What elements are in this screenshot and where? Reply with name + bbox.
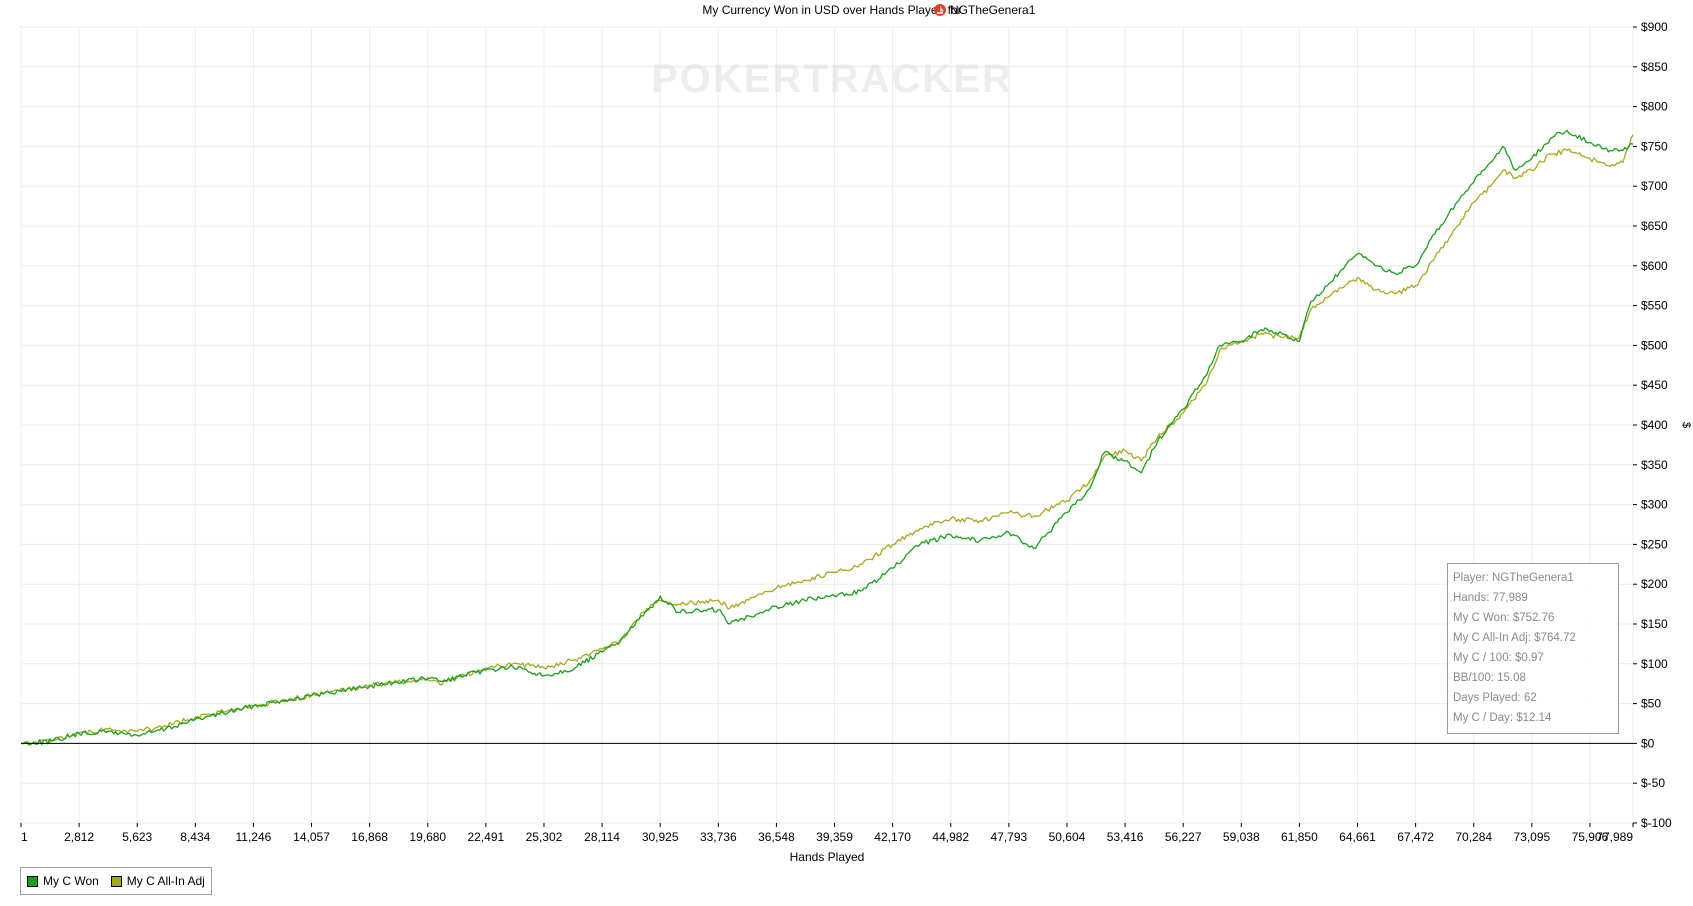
stats-per-day: My C / Day: $12.14 — [1453, 712, 1552, 724]
x-tick-label: 56,227 — [1165, 830, 1202, 844]
x-tick-label: 1 — [21, 830, 28, 844]
player-name: NGTheGenera1 — [950, 3, 1036, 17]
y-tick-label: $150 — [1641, 617, 1668, 631]
legend-swatch-adj — [110, 875, 122, 887]
x-tick-label: 67,472 — [1397, 830, 1434, 844]
x-tick-label: 50,604 — [1049, 830, 1086, 844]
y-tick-label: $350 — [1641, 458, 1668, 472]
stats-per-100: My C / 100: $0.97 — [1453, 652, 1544, 664]
y-tick-label: $500 — [1641, 338, 1668, 352]
x-tick-label: 70,284 — [1455, 830, 1492, 844]
stats-days: Days Played: 62 — [1453, 692, 1537, 704]
y-tick-label: $700 — [1641, 179, 1668, 193]
x-tick-label: 73,095 — [1513, 830, 1550, 844]
y-axis-ticks: $900 $850 $800 $750 $700 $650 $600 $550 $500 $450… — [1633, 20, 1672, 830]
y-axis-label: $ — [1680, 422, 1692, 428]
stats-all-in-adj: My C All-In Adj: $764.72 — [1453, 632, 1576, 644]
x-tick-label: 59,038 — [1223, 830, 1260, 844]
x-tick-label: 22,491 — [468, 830, 505, 844]
y-tick-label: $900 — [1641, 20, 1668, 34]
grid — [20, 26, 1634, 824]
x-tick-label: 2,812 — [64, 830, 94, 844]
y-tick-label: $550 — [1641, 299, 1668, 313]
legend: My C Won My C All-In Adj — [20, 867, 212, 895]
y-tick-label: $400 — [1641, 418, 1668, 432]
x-tick-label: 30,925 — [642, 830, 679, 844]
x-tick-label: 53,416 — [1107, 830, 1144, 844]
x-tick-label: 5,623 — [122, 830, 152, 844]
y-tick-label: $100 — [1641, 657, 1668, 671]
y-tick-label: $450 — [1641, 378, 1668, 392]
x-tick-label: 8,434 — [180, 830, 210, 844]
x-tick-label: 33,736 — [700, 830, 737, 844]
stats-box: Player: NGTheGenera1 Hands: 77,989 My C … — [1447, 563, 1619, 734]
x-axis-label: Hands Played — [790, 850, 865, 864]
stats-player: Player: NGTheGenera1 — [1453, 572, 1574, 584]
y-tick-label: $-100 — [1641, 816, 1672, 830]
y-tick-label: $650 — [1641, 219, 1668, 233]
y-tick-label: $600 — [1641, 259, 1668, 273]
x-tick-label: 14,057 — [293, 830, 330, 844]
x-tick-label: 28,114 — [584, 830, 620, 844]
stats-bb-100: BB/100: 15.08 — [1453, 672, 1526, 684]
y-tick-label: $200 — [1641, 577, 1668, 591]
chart-title: My Currency Won in USD over Hands Played… — [702, 3, 961, 17]
x-tick-label: 61,850 — [1281, 830, 1318, 844]
y-tick-label: $0 — [1641, 736, 1655, 750]
y-tick-label: $-50 — [1641, 776, 1665, 790]
x-tick-label: 25,302 — [526, 830, 563, 844]
x-tick-label: 39,359 — [816, 830, 853, 844]
y-tick-label: $300 — [1641, 498, 1668, 512]
x-tick-label: 44,982 — [932, 830, 969, 844]
y-tick-label: $250 — [1641, 537, 1668, 551]
x-tick-label: 11,246 — [236, 830, 272, 844]
x-tick-label: 16,868 — [351, 830, 388, 844]
legend-item-adj[interactable]: My C All-In Adj — [110, 874, 205, 888]
legend-item-won[interactable]: My C Won — [27, 874, 99, 888]
chart-title-text: My Currency Won in USD over Hands Played… — [702, 3, 961, 17]
x-tick-label: 47,793 — [991, 830, 1028, 844]
x-tick-label: 42,170 — [874, 830, 911, 844]
legend-label-won: My C Won — [43, 874, 99, 888]
x-tick-label: 36,548 — [758, 830, 795, 844]
chart: My Currency Won in USD over Hands Played… — [20, 3, 1692, 864]
stats-hands: Hands: 77,989 — [1453, 592, 1528, 604]
legend-swatch-won — [27, 875, 38, 887]
x-tick-label: 64,661 — [1339, 830, 1376, 844]
x-axis-ticks: 1 2,812 5,623 8,434 11,246 14,057 16,868 19,680… — [20, 823, 1634, 844]
player-icon — [934, 4, 946, 16]
x-tick-label: 77,989 — [1596, 830, 1633, 844]
legend-label-adj: My C All-In Adj — [126, 874, 205, 888]
y-tick-label: $50 — [1641, 697, 1661, 711]
stats-won: My C Won: $752.76 — [1453, 612, 1555, 624]
y-tick-label: $850 — [1641, 60, 1668, 74]
y-tick-label: $750 — [1641, 139, 1668, 153]
watermark: POKERTRACKER — [651, 57, 1013, 101]
x-tick-label: 19,680 — [409, 830, 446, 844]
y-tick-label: $800 — [1641, 100, 1668, 114]
